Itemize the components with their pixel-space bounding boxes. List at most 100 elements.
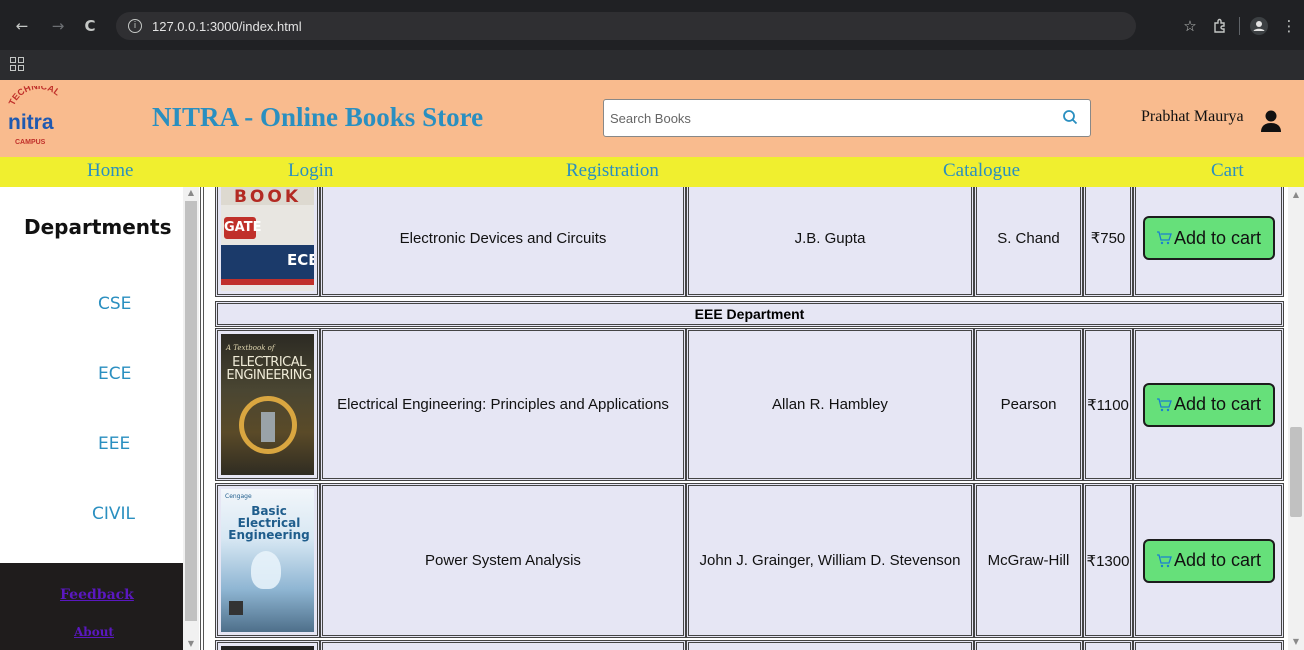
book-title-cell: Power System Analysis (320, 483, 686, 638)
sidebar-item-ece[interactable]: ECE (98, 364, 131, 384)
cover-badge: GATE (224, 217, 261, 239)
nav-cart[interactable]: Cart (1211, 160, 1244, 182)
profile-icon[interactable] (1244, 12, 1274, 40)
svg-text:CAMPUS: CAMPUS (15, 139, 46, 146)
cart-icon (1156, 231, 1172, 245)
feedback-link[interactable]: Feedback (60, 587, 134, 603)
scroll-up-icon[interactable]: ▲ (1288, 189, 1304, 201)
sidebar-item-eee[interactable]: EEE (98, 434, 130, 454)
cart-icon (1156, 553, 1172, 567)
book-cover-image: A Textbook of ELECTRICAL ENGINEERING (221, 334, 314, 475)
site-info-icon[interactable]: i (128, 19, 142, 33)
svg-text:TECHNICAL: TECHNICAL (7, 86, 63, 107)
nitra-logo[interactable]: TECHNICAL nitra CAMPUS (6, 86, 72, 152)
book-title-cell (320, 640, 686, 650)
book-cover-image: Cengage Basic Electrical Engineering (221, 489, 314, 632)
cover-brand: Cengage (225, 493, 252, 500)
cover-top-text: BOOK (221, 187, 314, 207)
add-to-cart-label: Add to cart (1173, 394, 1262, 414)
book-table-area: BOOK GATE ECE Electronic Devices and Cir… (200, 187, 1288, 650)
bookmark-star-icon[interactable]: ☆ (1175, 12, 1205, 40)
search-input[interactable] (604, 100, 1044, 136)
book-cover-image (221, 646, 314, 650)
extensions-icon[interactable] (1205, 12, 1235, 40)
sidebar-item-civil[interactable]: CIVIL (92, 504, 135, 524)
user-icon[interactable] (1259, 109, 1283, 133)
scroll-down-icon[interactable]: ▼ (183, 638, 199, 650)
book-price-cell: ₹750 (1083, 187, 1133, 297)
add-to-cart-cell: Add to cart (1133, 483, 1284, 638)
book-price-cell: ₹1300 (1083, 483, 1133, 638)
sidebar: Departments CSE ECE EEE CIVIL Feedback A… (0, 187, 200, 650)
cover-title: Basic Electrical Engineering (228, 504, 310, 542)
page-scroll-thumb[interactable] (1290, 427, 1302, 517)
browser-toolbar: ← → C i 127.0.0.1:3000/index.html ☆ ⋮ (0, 8, 1304, 44)
book-author-cell: J.B. Gupta (686, 187, 974, 297)
toolbar-separator (1239, 17, 1240, 35)
add-to-cart-button[interactable]: Add to cart (1142, 382, 1275, 427)
book-publisher-cell: Pearson (974, 328, 1083, 481)
department-heading: EEE Department (215, 301, 1284, 327)
forward-icon[interactable]: → (44, 12, 72, 40)
book-author-cell: Allan R. Hambley (686, 328, 974, 481)
book-title-cell: Electrical Engineering: Principles and A… (320, 328, 686, 481)
site-title: NITRA - Online Books Store (152, 102, 484, 132)
page-scrollbar[interactable]: ▲ ▼ (1288, 187, 1304, 650)
user-name[interactable]: Prabhat Maurya (1141, 108, 1244, 126)
bookmarks-bar (0, 50, 1304, 80)
add-to-cart-cell (1133, 640, 1284, 650)
departments-title: Departments (24, 215, 172, 239)
book-author-cell: John J. Grainger, William D. Stevenson (686, 483, 974, 638)
book-table: BOOK GATE ECE Electronic Devices and Cir… (200, 187, 1288, 650)
browser-menu-icon[interactable]: ⋮ (1274, 12, 1304, 40)
about-link[interactable]: About (74, 625, 114, 639)
cover-graphic (251, 551, 281, 589)
add-to-cart-button[interactable]: Add to cart (1142, 216, 1275, 260)
nav-login[interactable]: Login (288, 160, 333, 182)
book-publisher-cell: McGraw-Hill (974, 483, 1083, 638)
add-to-cart-cell: Add to cart (1133, 187, 1284, 297)
sidebar-item-cse[interactable]: CSE (98, 294, 131, 314)
cover-qr (229, 601, 243, 615)
add-to-cart-label: Add to cart (1173, 227, 1262, 248)
apps-grid-icon[interactable] (10, 57, 24, 71)
sidebar-content: Departments CSE ECE EEE CIVIL Feedback A… (0, 187, 183, 650)
cover-top-text: A Textbook of (226, 344, 275, 352)
book-price-cell: ₹1100 (1083, 328, 1133, 481)
sidebar-scroll-thumb[interactable] (185, 201, 197, 621)
book-cover-cell (215, 640, 320, 650)
search-box (603, 99, 1091, 137)
nav-home[interactable]: Home (87, 160, 133, 182)
book-publisher-cell: S. Chand (974, 187, 1083, 297)
reload-icon[interactable]: C (76, 12, 104, 40)
site-header: TECHNICAL nitra CAMPUS NITRA - Online Bo… (0, 80, 1304, 157)
cart-icon (1156, 397, 1172, 411)
cover-strip (221, 279, 314, 285)
sidebar-scrollbar[interactable]: ▲ ▼ (183, 187, 199, 650)
svg-text:nitra: nitra (8, 111, 54, 134)
cover-subject: ECE (287, 251, 314, 269)
browser-actions: ☆ ⋮ (1175, 8, 1304, 44)
book-author-cell (686, 640, 974, 650)
cover-title: ELECTRICAL ENGINEERING (226, 355, 312, 383)
book-cover-cell: BOOK GATE ECE (215, 187, 320, 297)
add-to-cart-button[interactable]: Add to cart (1142, 538, 1275, 583)
add-to-cart-label: Add to cart (1173, 550, 1262, 570)
search-icon[interactable] (1062, 109, 1078, 125)
add-to-cart-cell: Add to cart (1133, 328, 1284, 481)
back-icon[interactable]: ← (8, 12, 36, 40)
nav-catalogue[interactable]: Catalogue (943, 160, 1020, 182)
address-url: 127.0.0.1:3000/index.html (152, 18, 302, 34)
book-price-cell (1083, 640, 1133, 650)
address-bar[interactable]: i 127.0.0.1:3000/index.html (116, 12, 1136, 40)
book-cover-cell: A Textbook of ELECTRICAL ENGINEERING (215, 328, 320, 481)
scroll-up-icon[interactable]: ▲ (183, 187, 199, 199)
scroll-down-icon[interactable]: ▼ (1288, 636, 1304, 648)
cover-graphic (261, 412, 275, 442)
book-title-cell: Electronic Devices and Circuits (320, 187, 686, 297)
main-nav: Home Login Registration Catalogue Cart (0, 157, 1304, 187)
book-publisher-cell (974, 640, 1083, 650)
sidebar-footer: Feedback About (0, 563, 183, 650)
nav-registration[interactable]: Registration (566, 160, 659, 182)
book-cover-image: BOOK GATE ECE (221, 187, 314, 291)
